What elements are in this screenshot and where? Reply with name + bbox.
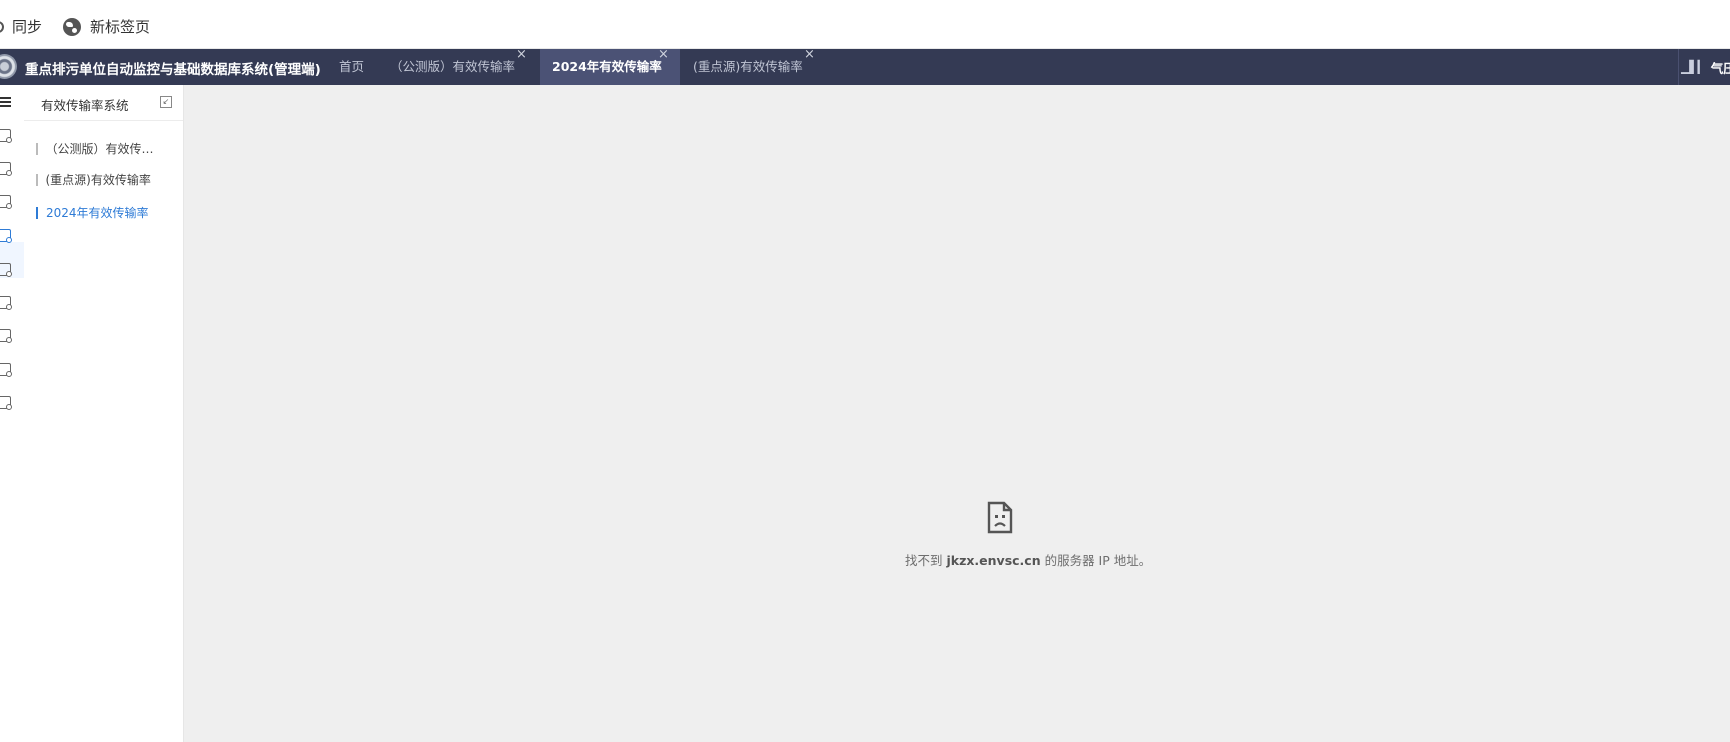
item-marker [36, 142, 38, 155]
sidebar-item-label: 2024年有效传输率 [46, 206, 149, 220]
tab-label: 2024年有效传输率 [552, 59, 662, 74]
bookmarks-bar: 同步 新标签页 [0, 0, 1730, 49]
emblem-logo-icon [0, 54, 17, 79]
tab-key-source-transmission-rate[interactable]: (重点源)有效传输率 × [680, 47, 820, 85]
collapse-icon[interactable]: ↙ [160, 96, 172, 108]
close-icon[interactable]: × [516, 37, 527, 73]
icon-rail [0, 85, 25, 742]
sidebar-item-public-beta[interactable]: （公测版）有效传… [36, 140, 154, 157]
app-title: 重点排污单位自动监控与基础数据库系统(管理端) [25, 62, 321, 78]
close-icon[interactable]: × [658, 37, 669, 73]
bookmark-new-tab-label: 新标签页 [90, 18, 151, 36]
close-icon[interactable]: × [804, 37, 815, 73]
sidebar-title: 有效传输率系统 [41, 98, 129, 113]
sad-page-icon [987, 501, 1013, 534]
item-marker [36, 173, 38, 186]
rail-database-icon[interactable] [0, 363, 12, 377]
tab-home[interactable]: 首页 [328, 49, 378, 85]
error-message: 找不到 jkzx.envsc.cn 的服务器 IP 地址。 [905, 550, 1151, 569]
rail-lightning-doc-icon[interactable] [0, 162, 12, 176]
header-right-label: 气压蒸 [1710, 60, 1730, 76]
header-right-menu[interactable]: ▁▌▎ 气压蒸 [1678, 49, 1730, 85]
rail-image-icon[interactable] [0, 329, 12, 343]
rail-doc-search-icon[interactable] [0, 195, 12, 209]
tab-home-label: 首页 [339, 59, 365, 74]
error-prefix: 找不到 [905, 553, 947, 568]
rail-monitor-chart-icon[interactable] [0, 229, 12, 243]
rail-config-icon[interactable] [0, 396, 12, 410]
bookmark-sync-label: 同步 [12, 18, 43, 36]
bar-chart-icon: ▁▌▎ [1681, 60, 1707, 74]
error-host: jkzx.envsc.cn [946, 553, 1041, 568]
app-header: 重点排污单位自动监控与基础数据库系统(管理端) 首页 （公测版）有效传输率 × … [0, 47, 1730, 85]
tab-2024-transmission-rate[interactable]: 2024年有效传输率 × [540, 47, 680, 85]
globe-icon [63, 17, 81, 36]
tab-label: (重点源)有效传输率 [693, 59, 803, 74]
rail-chart-icon[interactable] [0, 129, 12, 143]
tab-label: （公测版）有效传输率 [390, 59, 516, 74]
tab-public-beta-transmission-rate[interactable]: （公测版）有效传输率 × [378, 47, 540, 85]
rail-list-search-icon[interactable] [0, 263, 12, 277]
sidebar-header: 有效传输率系统 ↙ [24, 85, 183, 121]
sidebar: 有效传输率系统 ↙ （公测版）有效传… (重点源)有效传输率 2024年有效传输… [24, 85, 184, 742]
rail-settings-icon[interactable] [0, 296, 12, 310]
bookmark-new-tab[interactable]: 新标签页 [63, 16, 150, 37]
sidebar-item-label: （公测版）有效传… [45, 142, 154, 156]
error-suffix: 的服务器 IP 地址。 [1040, 553, 1152, 568]
sidebar-item-key-source[interactable]: (重点源)有效传输率 [36, 171, 151, 188]
bookmark-sync[interactable]: 同步 [0, 16, 42, 37]
sync-icon [0, 20, 4, 33]
content-frame: 找不到 jkzx.envsc.cn 的服务器 IP 地址。 [184, 85, 1730, 742]
menu-icon[interactable] [0, 97, 12, 108]
sidebar-item-label: (重点源)有效传输率 [45, 173, 151, 187]
item-marker [36, 206, 38, 219]
sidebar-item-2024[interactable]: 2024年有效传输率 [36, 204, 149, 221]
